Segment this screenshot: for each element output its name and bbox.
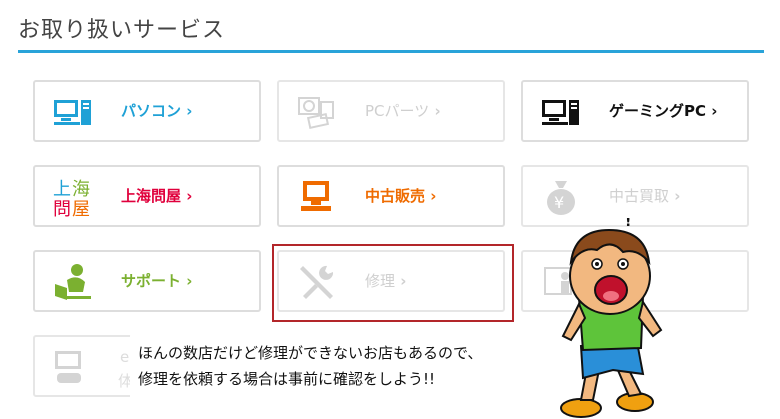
support-person-icon [55, 264, 91, 300]
shanghai-donya-logo: 上 海 問 屋 [53, 179, 90, 217]
comment-box: ほんの数店だけど修理ができないお店もあるので、 修理を依頼する場合は事前に確認を… [130, 332, 570, 406]
svg-text:¥: ¥ [554, 193, 564, 212]
desktop-pc-icon [54, 100, 91, 125]
svg-text:!: ! [625, 218, 631, 230]
game-pc-icon [55, 351, 81, 383]
svg-text:上: 上 [53, 179, 71, 200]
service-label-support: サポート [121, 252, 192, 310]
money-bag-yen-icon: ¥ [547, 181, 575, 215]
gaming-pc-icon [542, 100, 579, 125]
repair-highlight-box [272, 244, 514, 322]
pc-parts-icon [298, 97, 334, 129]
service-label-shanghai-donya: 上海問屋 [121, 167, 192, 225]
service-label-used-buyback: 中古買取 [609, 167, 680, 225]
service-label-pc: パソコン [121, 82, 192, 140]
service-label-used-sales: 中古販売 [365, 167, 436, 225]
service-card-pc-parts: PCパーツ [277, 80, 505, 142]
title-underline [18, 50, 764, 53]
used-pc-icon [301, 181, 331, 211]
svg-text:問: 問 [53, 199, 71, 217]
partial-label-e: e [120, 348, 130, 366]
service-card-pc[interactable]: パソコン [33, 80, 261, 142]
service-card-support[interactable]: サポート [33, 250, 261, 312]
svg-text:海: 海 [72, 179, 90, 200]
svg-text:屋: 屋 [72, 199, 90, 217]
service-label-pc-parts: PCパーツ [365, 82, 441, 140]
shocked-boy-mascot: ! [560, 218, 663, 418]
service-card-shanghai-donya[interactable]: 上 海 問 屋 上海問屋 [33, 165, 261, 227]
comment-line-1: ほんの数店だけど修理ができないお店もあるので、 [138, 344, 483, 362]
service-label-gaming-pc: ゲーミングPC [609, 82, 717, 140]
comment-line-2: 修理を依頼する場合は事前に確認をしよう!! [138, 370, 436, 388]
service-card-used-sales[interactable]: 中古販売 [277, 165, 505, 227]
section-title: お取り扱いサービス [18, 18, 226, 43]
service-card-gaming-pc[interactable]: ゲーミングPC [521, 80, 749, 142]
